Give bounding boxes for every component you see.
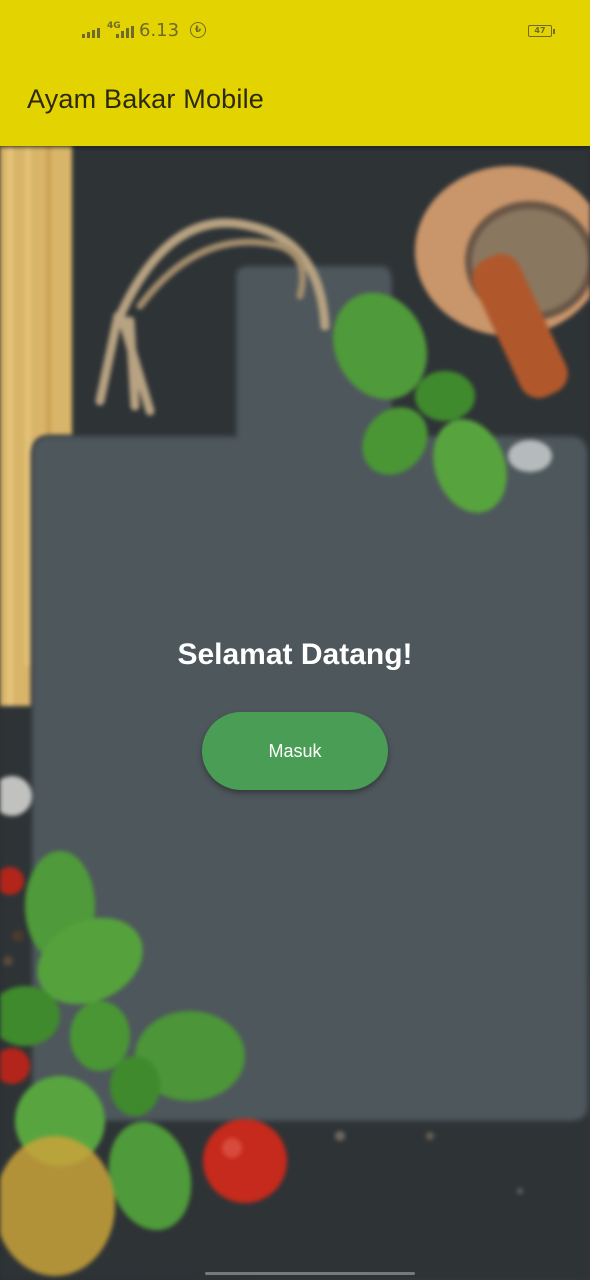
status-bar: 4G 6.13 ₺ 47 <box>0 0 590 64</box>
app-bar: 4G 6.13 ₺ 47 Ayam Bakar Mobile <box>0 0 590 146</box>
signal-strength-icon-2 <box>116 24 134 38</box>
app-title: Ayam Bakar Mobile <box>27 84 265 114</box>
battery-level: 47 <box>534 26 546 35</box>
home-indicator[interactable] <box>205 1272 415 1275</box>
shield-icon: ₺ <box>190 22 206 38</box>
login-button[interactable]: Masuk <box>202 712 388 790</box>
welcome-heading: Selamat Datang! <box>177 638 413 671</box>
battery-icon: 47 <box>528 25 555 37</box>
status-time: 6.13 <box>139 20 180 41</box>
signal-strength-icon <box>82 24 100 38</box>
